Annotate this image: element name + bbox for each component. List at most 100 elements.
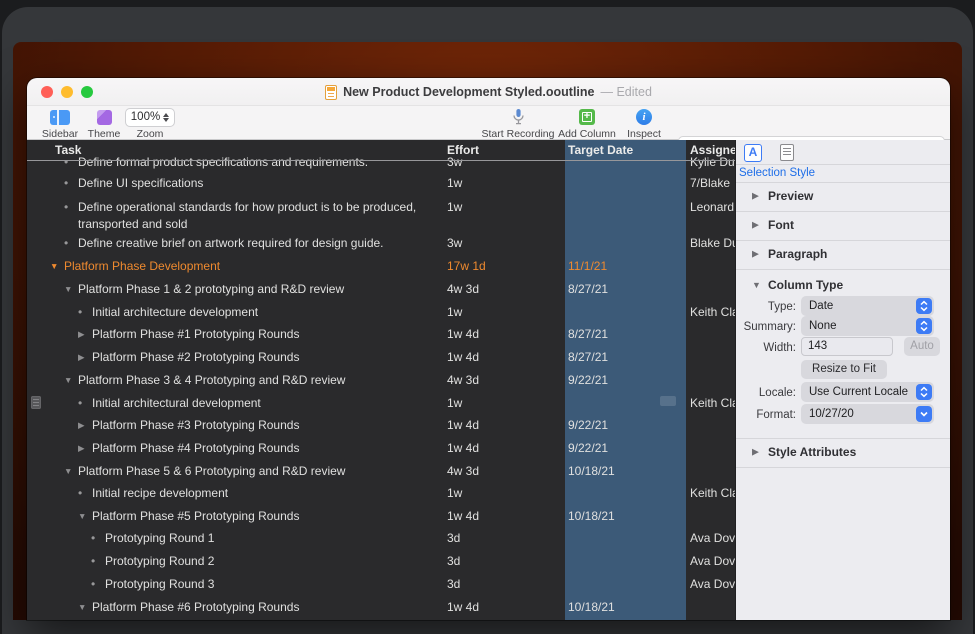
effort-cell[interactable]: 17w 1d xyxy=(447,255,486,277)
effort-cell[interactable]: 4w 3d xyxy=(447,278,479,300)
effort-cell[interactable]: 1w 4d xyxy=(447,505,479,527)
selection-style-label[interactable]: Selection Style xyxy=(739,167,815,179)
outline-row[interactable]: ▶Platform Phase #2 Prototyping Rounds1w … xyxy=(27,346,735,368)
assigned-cell[interactable]: Ava Dov xyxy=(690,573,735,595)
start-recording-button[interactable]: Start Recording xyxy=(475,108,561,140)
task-cell[interactable]: Define creative brief on artwork require… xyxy=(78,232,442,254)
column-header-target-date[interactable]: Target Date xyxy=(568,140,633,160)
target-date-cell[interactable]: 10/18/21 xyxy=(568,596,615,618)
assigned-cell[interactable]: Keith Cla xyxy=(690,482,735,504)
theme-button[interactable]: Theme xyxy=(83,108,125,140)
target-date-cell[interactable]: 9/22/21 xyxy=(568,437,608,459)
task-cell[interactable]: Platform Phase 5 & 6 Prototyping and R&D… xyxy=(78,460,442,482)
column-header-effort[interactable]: Effort xyxy=(447,140,479,160)
assigned-cell[interactable]: Keith Cla xyxy=(690,392,735,414)
disclosure-triangle-icon[interactable]: ▼ xyxy=(78,505,86,527)
assigned-cell[interactable]: Blake Du xyxy=(690,232,735,254)
outline-row[interactable]: •Define UI specifications1w7/Blake xyxy=(27,172,735,194)
assigned-cell[interactable]: Ava Dov xyxy=(690,550,735,572)
target-date-cell[interactable]: 8/27/21 xyxy=(568,323,608,345)
locale-popup[interactable]: Use Current Locale xyxy=(801,382,934,402)
section-font[interactable]: ▶ Font xyxy=(736,211,950,239)
outline-row[interactable]: •Initial architectural development1wKeit… xyxy=(27,392,735,414)
effort-cell[interactable]: 3w xyxy=(447,232,462,254)
effort-cell[interactable]: 4w 3d xyxy=(447,460,479,482)
effort-cell[interactable]: 3d xyxy=(447,550,460,572)
outline-row[interactable]: ▼ Platform Phase Development17w 1d 11/1/21 xyxy=(27,255,735,277)
zoom-stepper[interactable]: 100% xyxy=(125,108,175,127)
effort-cell[interactable]: 1w xyxy=(447,392,462,414)
outline-row[interactable]: •Define creative brief on artwork requir… xyxy=(27,232,735,254)
sidebar-button[interactable]: Sidebar xyxy=(37,108,83,140)
auto-button[interactable]: Auto xyxy=(904,337,940,356)
outline-row[interactable]: •Define operational standards for how pr… xyxy=(27,199,735,232)
task-cell[interactable]: Prototyping Round 3 xyxy=(105,573,442,595)
disclosure-triangle-icon[interactable]: ▼ xyxy=(64,369,72,391)
effort-cell[interactable]: 1w xyxy=(447,199,462,216)
task-cell[interactable]: Platform Phase 1 & 2 prototyping and R&D… xyxy=(78,278,442,300)
row-drag-handle[interactable] xyxy=(31,396,41,409)
effort-cell[interactable]: 1w xyxy=(447,482,462,504)
add-column-button[interactable]: Add Column xyxy=(555,108,619,140)
disclosure-triangle-icon[interactable]: ▶ xyxy=(78,437,85,459)
inspect-button[interactable]: i Inspect xyxy=(621,108,667,140)
task-cell[interactable]: Prototyping Round 2 xyxy=(105,550,442,572)
task-cell[interactable]: Prototyping Round 1 xyxy=(105,527,442,549)
section-column-type[interactable]: ▼ Column Type xyxy=(736,271,950,299)
assigned-cell[interactable]: 7/Blake xyxy=(690,172,735,194)
effort-cell[interactable]: 1w xyxy=(447,301,462,323)
disclosure-triangle-icon[interactable]: ▼ xyxy=(64,278,72,300)
target-date-cell[interactable]: 10/18/21 xyxy=(568,505,615,527)
target-date-cell[interactable]: 8/27/21 xyxy=(568,278,608,300)
outline-row[interactable]: •Initial architecture development1wKeith… xyxy=(27,301,735,323)
target-date-cell[interactable]: 10/18/21 xyxy=(568,460,615,482)
target-date-cell[interactable]: 9/22/21 xyxy=(568,369,608,391)
format-combo[interactable]: 10/27/20 xyxy=(801,404,934,424)
target-date-cell[interactable]: 9/22/21 xyxy=(568,414,608,436)
column-header-task[interactable]: Task xyxy=(55,140,81,160)
task-cell[interactable]: Define UI specifications xyxy=(78,172,442,194)
section-preview[interactable]: ▶ Preview xyxy=(736,182,950,210)
task-cell[interactable]: Platform Phase #6 Prototyping Rounds xyxy=(92,596,442,618)
assigned-cell[interactable]: Keith Cla xyxy=(690,301,735,323)
disclosure-triangle-icon[interactable]: ▶ xyxy=(78,414,85,436)
effort-cell[interactable]: 3d xyxy=(447,527,460,549)
outline-row[interactable]: ▼ Platform Phase 1 & 2 prototyping and R&… xyxy=(27,278,735,300)
disclosure-triangle-icon[interactable]: ▶ xyxy=(78,323,85,345)
outline-row[interactable]: ▶Platform Phase #1 Prototyping Rounds1w … xyxy=(27,323,735,345)
column-header-assigned[interactable]: Assigned xyxy=(690,140,735,160)
task-cell[interactable]: Platform Phase #5 Prototyping Rounds xyxy=(92,505,442,527)
task-cell[interactable]: Platform Phase #4 Prototyping Rounds xyxy=(92,437,442,459)
task-cell[interactable]: Initial recipe development xyxy=(92,482,442,504)
outline-row[interactable]: ▼ Platform Phase #5 Prototyping Rounds1w … xyxy=(27,505,735,527)
effort-cell[interactable]: 1w 4d xyxy=(447,414,479,436)
outline-row[interactable]: ▼ Platform Phase #6 Prototyping Rounds1w … xyxy=(27,596,735,618)
target-date-cell[interactable]: 8/27/21 xyxy=(568,346,608,368)
document-inspector-tab[interactable] xyxy=(780,144,794,161)
task-cell[interactable]: Define operational standards for how pro… xyxy=(78,199,442,232)
assigned-cell[interactable]: Ava Dov xyxy=(690,527,735,549)
task-cell[interactable]: Platform Phase #1 Prototyping Rounds xyxy=(92,323,442,345)
section-paragraph[interactable]: ▶ Paragraph xyxy=(736,240,950,268)
disclosure-triangle-icon[interactable]: ▶ xyxy=(78,346,85,368)
assigned-cell[interactable]: Leonard xyxy=(690,199,735,216)
effort-cell[interactable]: 1w 4d xyxy=(447,596,479,618)
effort-cell[interactable]: 1w xyxy=(447,172,462,194)
zoom-control[interactable]: 100% Zoom xyxy=(122,108,178,140)
outline-row[interactable]: •Prototyping Round 23dAva Dov xyxy=(27,550,735,572)
resize-to-fit-button[interactable]: Resize to Fit xyxy=(801,360,887,379)
task-cell[interactable]: Initial architecture development xyxy=(92,301,442,323)
disclosure-triangle-icon[interactable]: ▼ xyxy=(50,255,58,277)
style-inspector-tab[interactable]: A xyxy=(744,144,762,162)
disclosure-triangle-icon[interactable]: ▼ xyxy=(64,460,72,482)
task-cell[interactable]: Platform Phase Development xyxy=(64,255,442,277)
target-date-cell[interactable]: 11/1/21 xyxy=(568,255,607,277)
summary-popup[interactable]: None xyxy=(801,316,934,336)
effort-cell[interactable]: 3d xyxy=(447,573,460,595)
outline-row[interactable]: ▼ Platform Phase 5 & 6 Prototyping and R&… xyxy=(27,460,735,482)
effort-cell[interactable]: 1w 4d xyxy=(447,437,479,459)
effort-cell[interactable]: 4w 3d xyxy=(447,369,479,391)
outline-row[interactable]: •Prototyping Round 13dAva Dov xyxy=(27,527,735,549)
disclosure-triangle-icon[interactable]: ▼ xyxy=(78,596,86,618)
outline-row[interactable]: ▶Platform Phase #3 Prototyping Rounds1w … xyxy=(27,414,735,436)
